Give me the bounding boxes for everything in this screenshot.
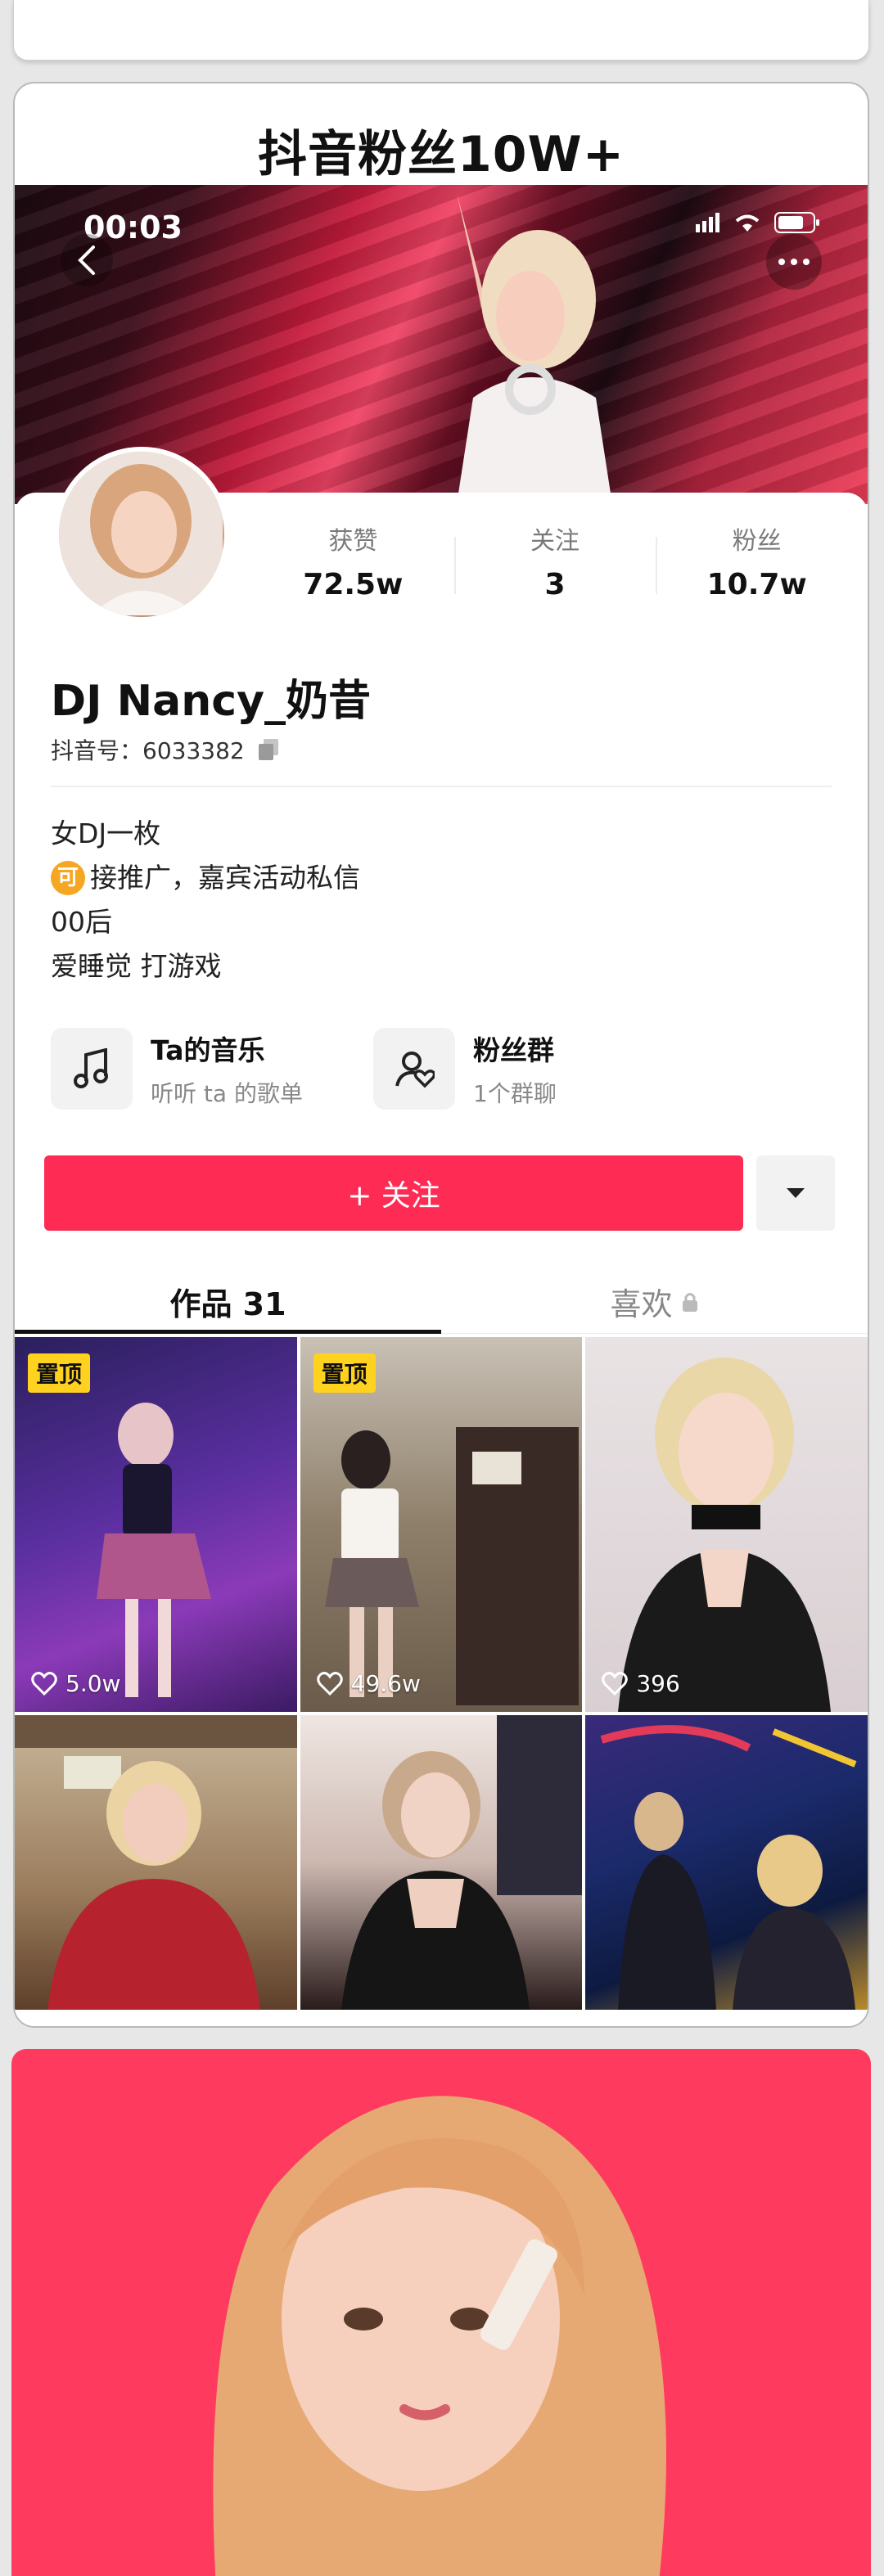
portrait-image xyxy=(618,1358,832,1712)
video-thumbnail[interactable]: 396 xyxy=(585,1337,868,1712)
stat-value: 3 xyxy=(544,568,566,601)
stat-label: 关注 xyxy=(530,527,580,556)
lock-icon xyxy=(682,1292,697,1312)
wifi-icon xyxy=(735,214,760,232)
heart-icon xyxy=(602,1671,629,1696)
back-button[interactable] xyxy=(61,234,113,286)
stat-likes[interactable]: 获赞 72.5w xyxy=(252,524,454,601)
stat-followers[interactable]: 粉丝 10.7w xyxy=(656,524,858,601)
profile-panel: 获赞 72.5w 关注 3 粉丝 10.7w DJ Nancy_奶昔 抖音号：6… xyxy=(15,447,868,2026)
copy-icon[interactable] xyxy=(256,737,281,762)
portrait-image xyxy=(341,1715,583,2010)
music-note-icon xyxy=(51,1028,133,1110)
heart-icon xyxy=(31,1671,57,1696)
previous-card xyxy=(13,0,869,61)
portrait-image xyxy=(15,1715,297,2010)
feature-subtitle: 1个群聊 xyxy=(473,1080,557,1107)
signal-icon xyxy=(696,213,719,232)
bio-badge-icon: 可 xyxy=(51,861,85,895)
pinned-badge: 置顶 xyxy=(313,1353,376,1393)
like-count: 49.6w xyxy=(316,1670,421,1697)
battery-icon xyxy=(774,212,819,233)
like-count: 396 xyxy=(602,1670,680,1697)
video-thumbnail[interactable] xyxy=(585,1715,868,2010)
more-dots-icon xyxy=(778,259,810,265)
profile-nickname: DJ Nancy_奶昔 xyxy=(51,677,371,726)
follow-button[interactable]: + 关注 xyxy=(44,1155,743,1231)
tab-likes[interactable]: 喜欢 xyxy=(441,1270,868,1333)
dancer-image xyxy=(97,1403,211,1697)
bio-line: 可接推广，嘉宾活动私信 xyxy=(51,856,360,900)
profile-stats: 获赞 72.5w 关注 3 粉丝 10.7w xyxy=(252,524,858,601)
music-entry[interactable]: Ta的音乐 听听 ta 的歌单 xyxy=(51,1028,303,1110)
like-count: 5.0w xyxy=(31,1670,120,1697)
stat-following[interactable]: 关注 3 xyxy=(453,524,656,601)
profile-screenshot-card: 抖音粉丝10W+ 00:03 获赞 72.5w 关注 3 粉丝 10.7w DJ… xyxy=(13,82,869,2028)
more-options-button[interactable] xyxy=(766,234,822,290)
avatar-portrait-image xyxy=(59,452,223,615)
poster-page: 抖音粉丝10W+ 00:03 获赞 72.5w 关注 3 粉丝 10.7w DJ… xyxy=(0,0,884,2576)
stat-value: 10.7w xyxy=(706,568,807,601)
heart-icon xyxy=(316,1671,343,1696)
pinned-badge: 置顶 xyxy=(28,1353,91,1393)
chevron-left-icon xyxy=(78,245,95,275)
tab-works[interactable]: 作品 31 xyxy=(15,1270,441,1334)
bio-line: 女DJ一枚 xyxy=(51,817,161,849)
profile-tabs: 作品 31 喜欢 xyxy=(15,1270,868,1334)
avatar[interactable] xyxy=(54,447,229,622)
feature-subtitle: 听听 ta 的歌单 xyxy=(151,1080,303,1107)
stat-label: 获赞 xyxy=(328,527,378,556)
video-grid: 置顶 5.0w 置顶 49.6w 396 xyxy=(15,1337,868,2010)
headline: 抖音粉丝10W+ xyxy=(258,126,625,183)
video-thumbnail[interactable] xyxy=(15,1715,297,2010)
profile-bio: 女DJ一枚 可接推广，嘉宾活动私信 00后 爱睡觉 打游戏 xyxy=(51,812,360,989)
caret-down-icon xyxy=(787,1188,805,1198)
video-thumbnail[interactable] xyxy=(300,1715,583,2010)
status-icons xyxy=(696,211,820,234)
dj-performer-image xyxy=(457,193,612,504)
bio-line: 爱睡觉 打游戏 xyxy=(51,950,222,982)
stat-label: 粉丝 xyxy=(732,527,782,556)
fan-group-entry[interactable]: 粉丝群 1个群聊 xyxy=(373,1028,557,1110)
divider xyxy=(51,786,832,787)
account-id-row: 抖音号：6033382 xyxy=(51,733,281,766)
bio-line: 00后 xyxy=(51,906,112,938)
video-thumbnail[interactable]: 置顶 49.6w xyxy=(300,1337,583,1712)
home-indicator xyxy=(288,2015,594,2023)
feature-title: 粉丝群 xyxy=(473,1034,554,1066)
video-thumbnail[interactable]: 置顶 5.0w xyxy=(15,1337,297,1712)
stat-value: 72.5w xyxy=(303,568,404,601)
feature-title: Ta的音乐 xyxy=(151,1034,265,1066)
next-card-banner xyxy=(11,2049,871,2576)
portrait-image xyxy=(213,2096,666,2576)
recommend-dropdown-button[interactable] xyxy=(756,1155,835,1231)
fan-group-icon xyxy=(373,1028,455,1110)
dancer-image xyxy=(324,1427,579,1705)
account-id: 抖音号：6033382 xyxy=(51,737,245,764)
stage-performance-image xyxy=(600,1725,857,2010)
